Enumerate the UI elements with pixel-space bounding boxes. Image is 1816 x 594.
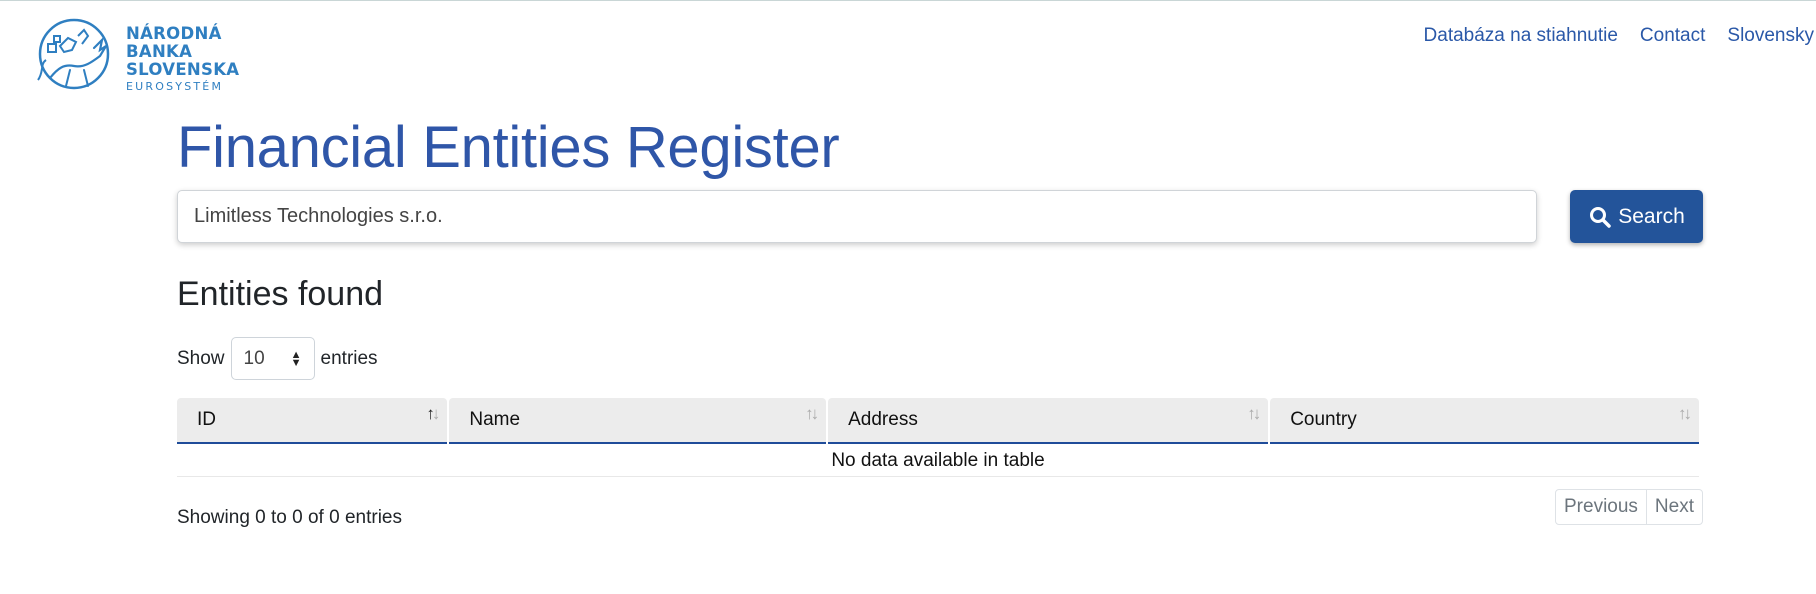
column-header-id[interactable]: ID ↑↓	[177, 398, 448, 444]
column-header-name[interactable]: Name ↑↓	[449, 398, 827, 444]
nav-language-slovak[interactable]: Slovensky	[1727, 25, 1814, 47]
entries-length-control: Show 10 ▲ ▼ entries	[177, 337, 378, 380]
entries-label: entries	[320, 347, 378, 369]
nav-contact[interactable]: Contact	[1640, 25, 1705, 47]
previous-page-button[interactable]: Previous	[1556, 490, 1646, 524]
logo-line-3: SLOVENSKA	[126, 60, 240, 79]
column-header-label: Address	[848, 409, 918, 430]
nav-download-database[interactable]: Databáza na stiahnutie	[1424, 25, 1618, 47]
pagination: Previous Next	[1555, 489, 1703, 525]
next-page-button[interactable]: Next	[1645, 490, 1702, 524]
table-row: No data available in table	[177, 444, 1699, 477]
column-header-label: Country	[1290, 409, 1357, 430]
page-title: Financial Entities Register	[177, 115, 840, 180]
empty-table-message: No data available in table	[177, 444, 1699, 477]
logo-line-1: NÁRODNÁ	[126, 24, 222, 43]
column-header-label: ID	[197, 409, 216, 430]
search-button[interactable]: Search	[1570, 190, 1703, 243]
table-header-row: ID ↑↓ Name ↑↓ Address ↑↓ Country ↑↓	[177, 398, 1699, 444]
results-heading: Entities found	[177, 275, 384, 313]
entities-table: ID ↑↓ Name ↑↓ Address ↑↓ Country ↑↓ No d…	[175, 398, 1701, 477]
entries-per-page-value: 10	[243, 347, 265, 369]
search-button-label: Search	[1618, 204, 1685, 228]
top-navigation: Databáza na stiahnutie Contact Slovensky	[1424, 25, 1814, 47]
logo-wordmark: NÁRODNÁ BANKA SLOVENSKA EUROSYSTÉM	[126, 24, 240, 94]
column-header-country[interactable]: Country ↑↓	[1270, 398, 1699, 444]
sort-icon: ↑↓	[1247, 404, 1261, 423]
show-label: Show	[177, 347, 225, 369]
select-arrows-icon: ▲ ▼	[290, 348, 302, 369]
search-icon	[1590, 206, 1611, 228]
logo-line-2: BANKA	[126, 42, 193, 61]
search-input[interactable]	[177, 190, 1537, 243]
logo-line-4: EUROSYSTÉM	[126, 80, 224, 93]
table-info: Showing 0 to 0 of 0 entries	[177, 507, 402, 528]
column-header-label: Name	[469, 409, 521, 430]
sort-ascending-icon: ↑↓	[426, 404, 440, 423]
entries-per-page-select[interactable]: 10 ▲ ▼	[230, 337, 315, 380]
nbs-logo[interactable]: NÁRODNÁ BANKA SLOVENSKA EUROSYSTÉM	[30, 16, 270, 102]
sort-icon: ↑↓	[805, 404, 819, 423]
nbs-emblem-icon	[37, 18, 110, 90]
sort-icon: ↑↓	[1678, 404, 1692, 423]
column-header-address[interactable]: Address ↑↓	[828, 398, 1269, 444]
